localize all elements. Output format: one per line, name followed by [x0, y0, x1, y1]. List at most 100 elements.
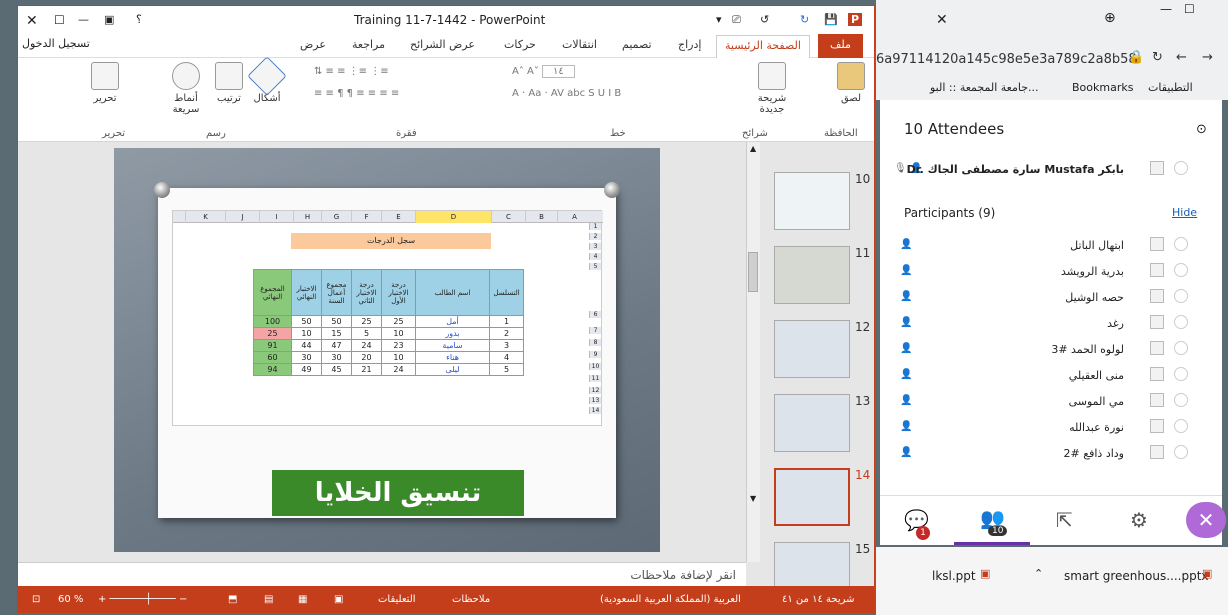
quick-styles-button[interactable]: أنماط سريعة — [168, 62, 204, 115]
participant-row[interactable]: 👤 مي الموسى — [894, 390, 1194, 414]
slide-scrollbar[interactable]: ▲ ▼ — [746, 142, 760, 562]
options-icon[interactable] — [1174, 315, 1188, 329]
participant-row[interactable]: 👤 رغد — [894, 312, 1194, 336]
participant-row[interactable]: 👤 لولوه الحمد #3 — [894, 338, 1194, 362]
participant-row[interactable]: 👤 نورة عبدالله — [894, 416, 1194, 440]
participant-row[interactable]: 👤 بدرية الرويشد — [894, 260, 1194, 284]
back-icon[interactable]: → — [1202, 50, 1213, 65]
new-slide-button[interactable]: شريحة جديدة — [752, 62, 792, 115]
undo-icon[interactable]: ↺ — [760, 13, 769, 26]
menu-icon[interactable] — [1150, 315, 1164, 329]
ribbon-display-icon[interactable]: ▣ — [104, 13, 114, 26]
current-slide[interactable]: K J I H G F E D C B A 1 2 3 4 5 6 7 8 9 … — [114, 148, 660, 552]
close-panel-icon[interactable]: ✕ — [1186, 502, 1226, 538]
chevron-up-icon[interactable]: ⌃ — [1034, 567, 1043, 580]
help-icon[interactable]: ؟ — [136, 13, 142, 26]
menu-icon[interactable] — [1150, 161, 1164, 175]
slideshow-view-icon[interactable]: ⬒ — [228, 594, 237, 605]
tab-animations[interactable]: حركات — [504, 38, 536, 51]
participant-row[interactable]: 👤 وداد ذافع #2 — [894, 442, 1194, 466]
options-icon[interactable] — [1174, 393, 1188, 407]
attendees-panel: 10 Attendees ⊙ 🎙 👤 Dr. سارة مصطفى الجاك … — [880, 100, 1222, 545]
menu-icon[interactable] — [1150, 367, 1164, 381]
minimize-icon[interactable]: — — [78, 13, 89, 26]
scroll-down-icon[interactable]: ▼ — [750, 494, 756, 503]
participant-row[interactable]: 👤 ابتهال الباتل — [894, 234, 1194, 258]
presenter-row[interactable]: 🎙 👤 Dr. سارة مصطفى الجاك Mustafa بابكر — [894, 158, 1194, 184]
tab-design[interactable]: تصميم — [622, 38, 652, 51]
menu-icon[interactable] — [1150, 341, 1164, 355]
start-from-beginning-icon[interactable]: ⎚ — [732, 13, 741, 27]
arrange-button[interactable]: ترتيب — [214, 62, 244, 104]
tab-home[interactable]: الصفحة الرئيسية — [716, 35, 810, 58]
notes-button[interactable]: ملاحظات — [452, 594, 490, 605]
thumbnail-11[interactable] — [774, 246, 850, 304]
bookmark-majmaah[interactable]: جامعة المجمعة :: البو... — [930, 81, 1039, 94]
options-icon[interactable] — [1174, 237, 1188, 251]
zoom-level[interactable]: 60 % — [58, 594, 83, 605]
menu-icon[interactable] — [1150, 263, 1164, 277]
bookmark-folder[interactable]: Bookmarks — [1072, 81, 1133, 94]
tab-view[interactable]: عرض — [300, 38, 326, 51]
notes-pane[interactable]: انقر لإضافة ملاحظات — [18, 562, 746, 586]
settings-icon[interactable]: ⚙ — [1130, 508, 1148, 532]
fit-slide-icon[interactable]: ⊡ — [32, 594, 40, 605]
restore-icon[interactable]: ☐ — [1184, 2, 1195, 16]
share-content-icon[interactable]: ⇱ — [1056, 508, 1073, 532]
menu-icon[interactable] — [1150, 237, 1164, 251]
reload-icon[interactable]: ↻ — [1152, 50, 1163, 65]
download-item-2[interactable]: smart greenhous....pptx — [1064, 569, 1209, 583]
forward-icon[interactable]: ← — [1176, 50, 1187, 65]
scroll-thumb[interactable] — [748, 252, 758, 292]
menu-icon[interactable] — [1150, 393, 1164, 407]
save-icon[interactable]: 💾 — [824, 13, 838, 26]
normal-view-icon[interactable]: ▣ — [334, 594, 343, 605]
hide-link[interactable]: Hide — [1172, 206, 1197, 219]
thumbnail-13[interactable] — [774, 394, 850, 452]
participant-row[interactable]: 👤 حصه الوشيل — [894, 286, 1194, 310]
comments-button[interactable]: التعليقات — [378, 594, 416, 605]
restore-icon[interactable]: ☐ — [54, 13, 65, 27]
minimize-icon[interactable]: — — [1160, 2, 1172, 16]
options-icon[interactable] — [1174, 367, 1188, 381]
tab-transitions[interactable]: انتقالات — [562, 38, 597, 51]
edit-button[interactable]: تحرير — [90, 62, 120, 104]
font-size-field[interactable]: ١٤ — [542, 65, 575, 78]
thumbnail-14[interactable] — [774, 468, 850, 526]
paragraph-tools[interactable]: ⇅ ≡ ≡ ⋮≡ ⋮≡ ≡ ≡ ¶ ¶ ≡ ≡ ≡ ≡ — [314, 66, 504, 99]
shapes-button[interactable]: أشكال — [247, 56, 287, 104]
reading-view-icon[interactable]: ▤ — [264, 594, 273, 605]
paste-button[interactable]: لصق — [834, 62, 868, 104]
options-icon[interactable] — [1174, 445, 1188, 459]
thumbnail-12[interactable] — [774, 320, 850, 378]
thumbnail-10[interactable] — [774, 172, 850, 230]
zoom-slider[interactable]: + ──────┼──── − — [98, 594, 187, 605]
options-icon[interactable] — [1174, 263, 1188, 277]
scroll-up-icon[interactable]: ▲ — [750, 144, 756, 153]
more-options-icon[interactable]: ⊙ — [1196, 122, 1207, 137]
options-icon[interactable] — [1174, 161, 1188, 175]
url-text[interactable]: 6a97114120a145c98e5e3a789c2a8b58 — [876, 52, 1137, 67]
tab-review[interactable]: مراجعة — [352, 38, 385, 51]
tab-file[interactable]: ملف — [818, 34, 863, 58]
address-bar[interactable]: 6a97114120a145c98e5e3a789c2a8b58 🔒 ↻ ← → — [876, 48, 1228, 72]
menu-icon[interactable] — [1150, 445, 1164, 459]
customize-icon[interactable]: ▾ — [716, 13, 722, 26]
options-icon[interactable] — [1174, 289, 1188, 303]
sign-in-link[interactable]: تسجيل الدخول — [22, 37, 90, 50]
tab-slideshow[interactable]: عرض الشرائح — [410, 38, 475, 51]
menu-icon[interactable] — [1150, 419, 1164, 433]
download-item-1[interactable]: lksl.ppt — [932, 569, 976, 583]
menu-icon[interactable] — [1150, 289, 1164, 303]
font-tools[interactable]: A˄ A˅ ١٤ A · Aa · AV abc S U I B — [512, 65, 718, 99]
redo-icon[interactable]: ↻ — [800, 13, 809, 26]
close-tab-icon[interactable]: ✕ — [936, 12, 948, 28]
close-icon[interactable]: ✕ — [26, 13, 38, 29]
options-icon[interactable] — [1174, 341, 1188, 355]
participant-row[interactable]: 👤 منى العقيلي — [894, 364, 1194, 388]
new-tab-icon[interactable]: ⊕ — [1104, 10, 1116, 26]
bookmark-apps[interactable]: التطبيقات — [1148, 81, 1193, 94]
sorter-view-icon[interactable]: ▦ — [298, 594, 307, 605]
options-icon[interactable] — [1174, 419, 1188, 433]
tab-insert[interactable]: إدراج — [678, 38, 701, 51]
